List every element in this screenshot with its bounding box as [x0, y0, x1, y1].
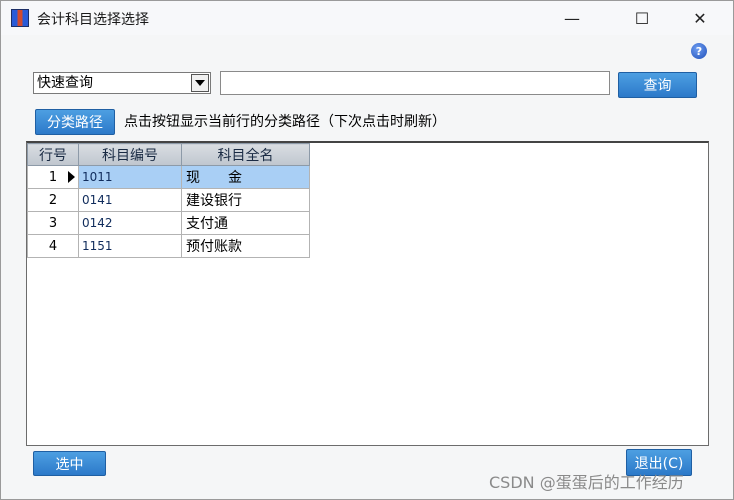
- header-account-code[interactable]: 科目编号: [78, 143, 182, 166]
- maximize-button[interactable]: ☐: [619, 1, 665, 35]
- table-row[interactable]: 4 1151 预付账款: [27, 234, 310, 258]
- account-code-cell[interactable]: 1151: [78, 234, 182, 258]
- account-name-cell[interactable]: 建设银行: [181, 188, 310, 212]
- table-header-row: 行号 科目编号 科目全名: [27, 143, 310, 166]
- close-icon: ✕: [693, 8, 707, 28]
- app-icon: [11, 9, 29, 27]
- account-code-cell[interactable]: 0142: [78, 211, 182, 235]
- account-name-cell[interactable]: 预付账款: [181, 234, 310, 258]
- current-row-pointer-icon: [68, 171, 75, 183]
- row-number-cell[interactable]: 3: [27, 211, 79, 235]
- dialog-window: 会计科目选择选择 — ☐ ✕ ? 快速查询 查询 分类路径 点击按钮显示当前行的…: [0, 0, 734, 500]
- account-name-cell[interactable]: 支付通: [181, 211, 310, 235]
- row-number-cell[interactable]: 1: [27, 165, 79, 189]
- watermark: CSDN @蛋蛋后的工作经历: [489, 473, 684, 492]
- row-number: 4: [48, 238, 58, 254]
- search-input[interactable]: [220, 71, 610, 95]
- category-path-button[interactable]: 分类路径: [35, 109, 115, 135]
- row-number-cell[interactable]: 2: [27, 188, 79, 212]
- help-icon[interactable]: ?: [691, 43, 707, 59]
- header-row-number[interactable]: 行号: [27, 143, 79, 166]
- row-number: 2: [48, 192, 58, 208]
- close-button[interactable]: ✕: [677, 1, 723, 35]
- row-number: 3: [48, 215, 58, 231]
- query-mode-select[interactable]: 快速查询: [33, 72, 211, 94]
- table-row[interactable]: 1 1011 现 金: [27, 165, 310, 189]
- account-table: 行号 科目编号 科目全名 1 1011 现 金 2 0141 建设银行 3 01…: [27, 143, 310, 258]
- window-title: 会计科目选择选择: [37, 12, 149, 28]
- account-name-cell[interactable]: 现 金: [181, 165, 310, 189]
- table-row[interactable]: 2 0141 建设银行: [27, 188, 310, 212]
- maximize-icon: ☐: [634, 8, 650, 28]
- minimize-icon: —: [564, 8, 580, 28]
- title-bar[interactable]: 会计科目选择选择 — ☐ ✕: [1, 1, 733, 35]
- chevron-down-icon[interactable]: [191, 74, 209, 92]
- account-grid[interactable]: 行号 科目编号 科目全名 1 1011 现 金 2 0141 建设银行 3 01…: [26, 141, 709, 446]
- minimize-button[interactable]: —: [549, 1, 595, 35]
- select-button[interactable]: 选中: [33, 451, 106, 476]
- account-code-cell[interactable]: 1011: [78, 165, 182, 189]
- header-account-name[interactable]: 科目全名: [181, 143, 310, 166]
- row-number: 1: [48, 169, 58, 185]
- query-mode-value: 快速查询: [37, 75, 93, 91]
- category-path-hint: 点击按钮显示当前行的分类路径（下次点击时刷新）: [124, 114, 446, 130]
- query-button[interactable]: 查询: [618, 72, 697, 98]
- account-code-cell[interactable]: 0141: [78, 188, 182, 212]
- table-row[interactable]: 3 0142 支付通: [27, 211, 310, 235]
- row-number-cell[interactable]: 4: [27, 234, 79, 258]
